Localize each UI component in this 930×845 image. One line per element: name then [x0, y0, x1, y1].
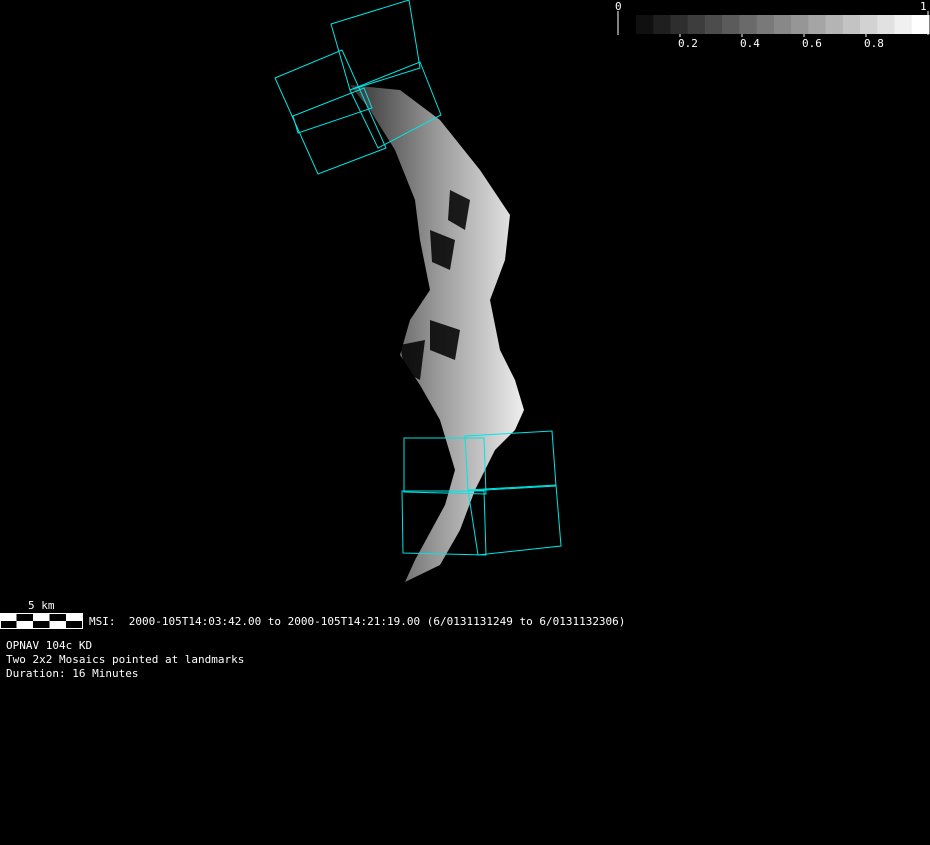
scale-bar-segment: [16, 613, 33, 621]
footprint: [467, 484, 562, 556]
scale-bar-segment: [16, 621, 33, 629]
scale-bar-segment: [0, 613, 17, 621]
colorbar-tick-label: 0.4: [740, 37, 760, 50]
scale-bar-segment: [66, 621, 83, 629]
colorbar-level: [670, 15, 689, 34]
colorbar-level: [860, 15, 878, 34]
colorbar-level: [791, 15, 809, 34]
scale-bar-segment: [49, 621, 66, 629]
colorbar-level: [911, 15, 930, 34]
colorbar-level: [877, 15, 896, 34]
colorbar-tick-label: 0.6: [802, 37, 822, 50]
colorbar-level: [722, 15, 740, 34]
colorbar-level: [825, 15, 844, 34]
scale-bar: [0, 613, 83, 629]
colorbar: [617, 11, 930, 37]
info-line-2: Two 2x2 Mosaics pointed at landmarks: [6, 653, 245, 666]
msi-time-range: MSI: 2000-105T14:03:42.00 to 2000-105T14…: [89, 615, 626, 628]
footprint: [330, 0, 421, 91]
image-footprints: [274, 0, 562, 556]
scale-bar-segment: [0, 621, 17, 629]
colorbar-level: [636, 15, 654, 34]
footprint: [274, 49, 387, 175]
colorbar-level: [773, 15, 792, 34]
scale-bar-label: 5 km: [28, 599, 55, 612]
colorbar-tick-label: 0.8: [864, 37, 884, 50]
colorbar-level: [842, 15, 861, 34]
scale-bar-segment: [66, 613, 83, 621]
info-line-1: OPNAV 104c KD: [6, 639, 93, 652]
colorbar-level: [704, 15, 723, 34]
scale-bar-segment: [33, 621, 50, 629]
colorbar-max-label: 1: [920, 0, 927, 13]
colorbar-min-label: 0: [615, 0, 622, 13]
scale-bar-segment: [49, 613, 66, 621]
colorbar-level: [739, 15, 758, 34]
colorbar-level: [894, 15, 913, 34]
colorbar-level: [808, 15, 827, 34]
scale-bar-segment: [33, 613, 50, 621]
colorbar-level: [756, 15, 775, 34]
info-line-3: Duration: 16 Minutes: [6, 667, 139, 680]
colorbar-tick-label: 0.2: [678, 37, 698, 50]
colorbar-level: [687, 15, 706, 34]
colorbar-level: [653, 15, 671, 34]
scene-view: [0, 0, 930, 629]
